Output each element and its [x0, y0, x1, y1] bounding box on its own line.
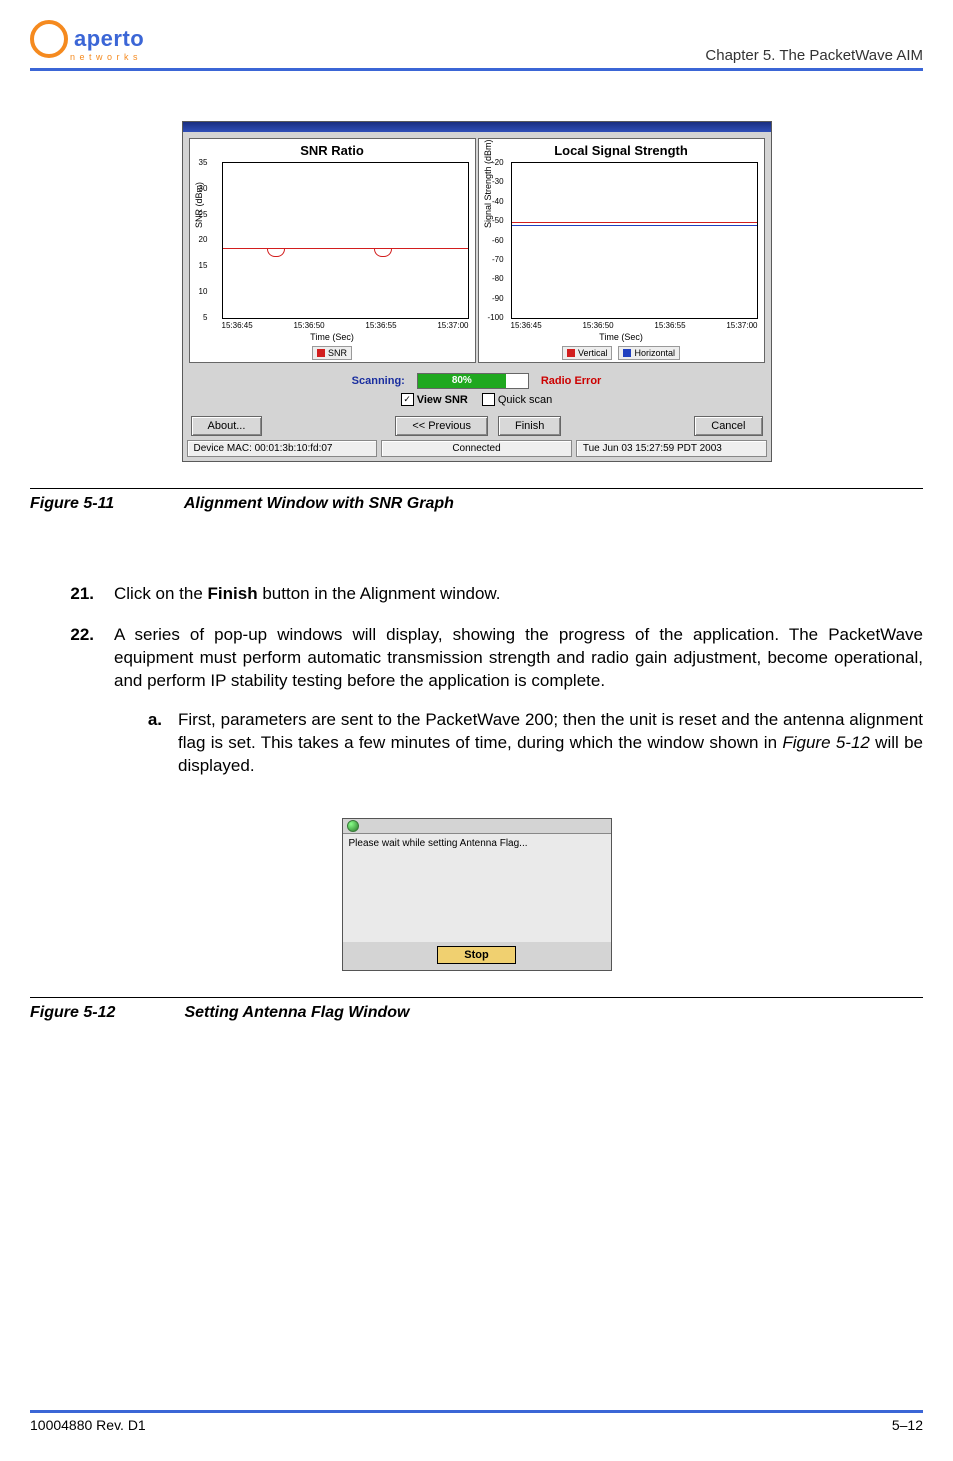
- snr-dip: [374, 248, 392, 257]
- square-icon: [317, 349, 325, 357]
- step-22: 22. A series of pop-up windows will disp…: [30, 624, 923, 778]
- lss-legend: Vertical Horizontal: [481, 346, 762, 360]
- scan-progress: 80%: [417, 373, 529, 389]
- view-snr-checkbox[interactable]: ✓View SNR: [401, 393, 468, 406]
- snr-yticks: 35 30 25 20 15 10 5: [199, 163, 208, 318]
- page-footer: 10004880 Rev. D1 5–12: [30, 1410, 923, 1433]
- figure-5-12-caption: Figure 5-12 Setting Antenna Flag Window: [30, 1004, 923, 1022]
- footer-right: 5–12: [892, 1417, 923, 1433]
- button-row: About... << Previous Finish Cancel: [183, 412, 771, 440]
- checkbox-row: ✓View SNR Quick scan: [183, 393, 771, 406]
- previous-button[interactable]: << Previous: [395, 416, 488, 436]
- scanning-label: Scanning:: [352, 375, 405, 387]
- lss-horizontal-line: [512, 225, 757, 226]
- footer-left: 10004880 Rev. D1: [30, 1417, 146, 1433]
- dialog-body: Please wait while setting Antenna Flag..…: [343, 833, 611, 942]
- dialog-button-row: Stop: [343, 942, 611, 970]
- step-number: 21.: [30, 583, 114, 606]
- alignment-window: SNR Ratio SNR (dBm) 35 30 25 20 15 10 5: [182, 121, 772, 462]
- lss-yticks: -20 -30 -40 -50 -60 -70 -80 -90 -100: [488, 163, 504, 318]
- status-connection: Connected: [381, 440, 572, 457]
- snr-plot: 35 30 25 20 15 10 5: [222, 162, 469, 319]
- dialog-titlebar: [343, 819, 611, 833]
- logo-icon: [30, 20, 68, 58]
- substep-a: a. First, parameters are sent to the Pac…: [114, 709, 923, 778]
- antenna-flag-dialog: Please wait while setting Antenna Flag..…: [342, 818, 612, 971]
- status-mac: Device MAC: 00:01:3b:10:fd:07: [187, 440, 378, 457]
- cancel-button[interactable]: Cancel: [694, 416, 762, 436]
- dialog-message: Please wait while setting Antenna Flag..…: [349, 838, 528, 849]
- scan-progress-bar: 80%: [418, 374, 506, 388]
- finish-button[interactable]: Finish: [498, 416, 561, 436]
- step-number: 22.: [30, 624, 114, 778]
- logo-text: aperto: [74, 26, 144, 52]
- snr-xticks: 15:36:45 15:36:50 15:36:55 15:37:00: [222, 321, 469, 330]
- stop-button[interactable]: Stop: [437, 946, 515, 964]
- figure-divider: [30, 488, 923, 489]
- lss-chart-panel: Local Signal Strength Signal Strength (d…: [478, 138, 765, 363]
- lss-plot: -20 -30 -40 -50 -60 -70 -80 -90 -100: [511, 162, 758, 319]
- about-button[interactable]: About...: [191, 416, 263, 436]
- chapter-title: Chapter 5. The PacketWave AIM: [705, 47, 923, 64]
- logo-subtext: n e t w o r k s: [70, 52, 144, 62]
- figure-5-11-caption: Figure 5-11 Alignment Window with SNR Gr…: [30, 495, 923, 513]
- snr-legend: SNR: [192, 346, 473, 360]
- status-timestamp: Tue Jun 03 15:27:59 PDT 2003: [576, 440, 767, 457]
- checkbox-icon: [482, 393, 495, 406]
- instruction-steps: 21. Click on the Finish button in the Al…: [30, 583, 923, 778]
- substep-text: First, parameters are sent to the Packet…: [178, 709, 923, 778]
- substep-number: a.: [114, 709, 178, 778]
- checkbox-icon: ✓: [401, 393, 414, 406]
- step-21: 21. Click on the Finish button in the Al…: [30, 583, 923, 606]
- figure-divider: [30, 997, 923, 998]
- snr-data-line: [223, 248, 468, 249]
- square-icon: [623, 349, 631, 357]
- step-text: Click on the Finish button in the Alignm…: [114, 583, 923, 606]
- lss-vertical-line: [512, 222, 757, 223]
- snr-chart-title: SNR Ratio: [192, 143, 473, 158]
- lss-chart-title: Local Signal Strength: [481, 143, 762, 158]
- logo: aperto n e t w o r k s: [30, 20, 144, 64]
- snr-chart-panel: SNR Ratio SNR (dBm) 35 30 25 20 15 10 5: [189, 138, 476, 363]
- quick-scan-checkbox[interactable]: Quick scan: [482, 393, 552, 406]
- status-dot-icon: [347, 820, 359, 832]
- page-header: aperto n e t w o r k s Chapter 5. The Pa…: [30, 18, 923, 71]
- legend-vertical: Vertical: [562, 346, 613, 360]
- lss-xticks: 15:36:45 15:36:50 15:36:55 15:37:00: [511, 321, 758, 330]
- figure-5-11: SNR Ratio SNR (dBm) 35 30 25 20 15 10 5: [182, 121, 772, 462]
- lss-x-axis-label: Time (Sec): [481, 332, 762, 342]
- square-icon: [567, 349, 575, 357]
- radio-error-label: Radio Error: [541, 375, 602, 387]
- step-text: A series of pop-up windows will display,…: [114, 624, 923, 778]
- snr-dip: [267, 248, 285, 257]
- status-bar: Device MAC: 00:01:3b:10:fd:07 Connected …: [183, 440, 771, 461]
- legend-horizontal: Horizontal: [618, 346, 680, 360]
- legend-snr: SNR: [312, 346, 352, 360]
- window-titlebar: [183, 122, 771, 132]
- figure-5-12: Please wait while setting Antenna Flag..…: [342, 818, 612, 971]
- snr-x-axis-label: Time (Sec): [192, 332, 473, 342]
- scan-status-row: Scanning: 80% Radio Error: [183, 373, 771, 389]
